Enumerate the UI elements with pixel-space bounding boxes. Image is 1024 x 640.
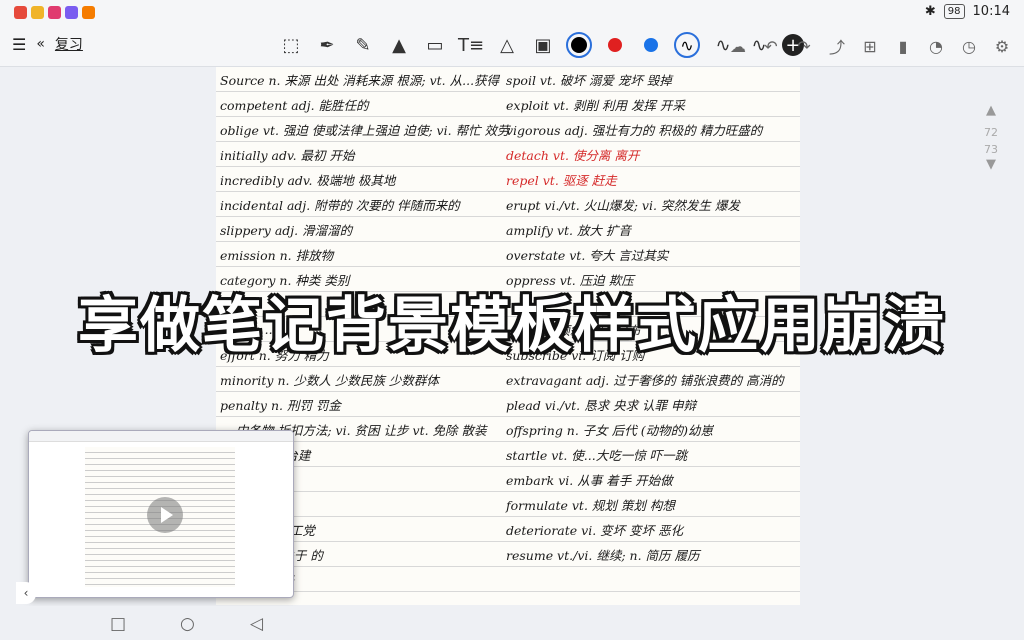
vocab-entry: minority n. 少数人 少数民族 少数群体 [220, 372, 439, 388]
scroll-up-icon[interactable]: ▲ [986, 104, 996, 118]
vocab-entry: vigorous adj. 强壮有力的 积极的 精力旺盛的 [506, 122, 763, 138]
back-to-notebook-link[interactable]: 复习 [55, 34, 83, 54]
undo-icon[interactable]: ↶ [759, 32, 783, 60]
page-next-number: 73 [984, 143, 998, 156]
shapes-icon[interactable]: △ [494, 31, 520, 59]
collapse-chevron-icon[interactable]: « [36, 36, 45, 52]
vocab-entry: amplify vt. 放大 扩音 [506, 222, 631, 238]
page-scroller[interactable]: ▲ 72 73 ▼ [978, 104, 1004, 182]
vocab-entry: extravagant adj. 过于奢侈的 铺张浪费的 高消的 [506, 372, 784, 388]
vocab-entry: formulate vt. 规划 策划 构想 [506, 497, 675, 513]
back-triangle-icon[interactable]: ◁ [250, 614, 263, 634]
vocab-entry: slippery adj. 滑溜溜的 [220, 222, 353, 238]
clock: 10:14 [972, 4, 1010, 19]
notification-app-icons [14, 6, 95, 19]
vocab-entry: Source n. 来源 出处 消耗来源 根源; vt. 从...获得 [220, 72, 500, 88]
pencil-icon[interactable]: ✎ [350, 31, 376, 59]
bookmark-icon[interactable]: ◔ [924, 32, 948, 60]
home-circle-icon[interactable]: ○ [180, 614, 195, 634]
lasso-select-icon[interactable]: ⬚ [278, 31, 304, 59]
vocab-entry: oblige vt. 强迫 使或法律上强迫 迫使; vi. 帮忙 效劳 [220, 122, 510, 138]
scroll-down-icon[interactable]: ▼ [986, 158, 996, 172]
stroke-style-wave-1-icon[interactable]: ∿ [674, 32, 700, 58]
vocab-entry: deteriorate vi. 变坏 变坏 恶化 [506, 522, 684, 538]
notebook-icon[interactable]: ▮ [891, 32, 915, 60]
marker-icon[interactable]: ▲ [386, 31, 412, 59]
vocab-entry: incredibly adv. 极端地 极其地 [220, 172, 396, 188]
add-page-icon[interactable]: ⊞ [858, 32, 882, 60]
vocab-entry: startle vt. 使...大吃一惊 吓一跳 [506, 447, 688, 463]
video-player-app-icon [82, 6, 95, 19]
vocab-entry: offspring n. 子女 后代 (动物的)幼崽 [506, 422, 713, 438]
recents-square-icon[interactable]: □ [110, 614, 126, 634]
vocab-entry: overstate vt. 夸大 言过其实 [506, 247, 669, 263]
picture-in-picture-window[interactable] [28, 430, 294, 598]
video-caption-overlay: 享做笔记背景模板样式应用崩溃 [0, 280, 1024, 361]
cloud-sync-icon[interactable]: ☁ [726, 32, 750, 60]
color-blue-button[interactable] [638, 32, 664, 58]
vocab-entry: detach vt. 使分离 离开 [506, 147, 640, 163]
outline-menu-icon[interactable]: ☰ [12, 35, 26, 54]
vocab-entry: incidental adj. 附带的 次要的 伴随而来的 [220, 197, 460, 213]
vocab-entry: penalty n. 刑罚 罚金 [220, 397, 341, 413]
vocab-entry: competent adj. 能胜任的 [220, 97, 369, 113]
vocab-entry: erupt vi./vt. 火山爆发; vi. 突然发生 爆发 [506, 197, 740, 213]
battery-indicator: 98 [943, 4, 965, 19]
play-icon[interactable] [147, 497, 183, 533]
text-tool-icon[interactable]: T≡ [458, 31, 484, 59]
video-app-icon [14, 6, 27, 19]
status-right: ✱ 98 10:14 [925, 4, 1010, 19]
image-insert-icon[interactable]: ▣ [530, 31, 556, 59]
color-red-button[interactable] [602, 32, 628, 58]
vocab-entry: emission n. 排放物 [220, 247, 334, 263]
settings-gear-icon[interactable]: ⚙ [990, 32, 1014, 60]
vocab-entry: exploit vt. 剥削 利用 发挥 开采 [506, 97, 685, 113]
color-black-button[interactable] [566, 32, 592, 58]
status-bar: ✱ 98 10:14 [0, 0, 1024, 26]
vocab-entry: repel vt. 驱逐 赶走 [506, 172, 617, 188]
browser-app-icon [65, 6, 78, 19]
toolbar-right: ☁ ↶ ↷ ⤴ ⊞ ▮ ◔ ◷ ⚙ [726, 32, 1014, 60]
page-current-number: 72 [984, 126, 998, 139]
vocab-entry: embark vi. 从事 着手 开始做 [506, 472, 673, 488]
history-icon[interactable]: ◷ [957, 32, 981, 60]
vocab-entry: resume vt./vi. 继续; n. 简历 履历 [506, 547, 700, 563]
caption-text: 享做笔记背景模板样式应用崩溃 [78, 290, 946, 361]
eraser-icon[interactable]: ▭ [422, 31, 448, 59]
bluetooth-icon: ✱ [924, 4, 936, 19]
gallery-app-icon [48, 6, 61, 19]
vocab-entry: spoil vt. 破坏 溺爱 宠坏 毁掉 [506, 72, 672, 88]
note-toolbar: ☰ « 复习 ⬚ ✒ ✎ ▲ ▭ T≡ △ ▣ ∿ ∿ ∿ + ☁ ↶ ↷ ⤴ … [0, 26, 1024, 67]
fountain-pen-icon[interactable]: ✒ [314, 31, 340, 59]
redo-icon[interactable]: ↷ [792, 32, 816, 60]
share-icon[interactable]: ⤴ [825, 32, 849, 60]
side-back-handle-icon[interactable]: ‹ [16, 582, 36, 604]
vocab-entry: initially adv. 最初 开始 [220, 147, 355, 163]
emoji-app-icon [31, 6, 44, 19]
system-navigation-bar: □ ○ ◁ [0, 606, 1024, 640]
pip-toolbar [29, 431, 293, 442]
vocab-entry: plead vi./vt. 恳求 央求 认罪 申辩 [506, 397, 697, 413]
